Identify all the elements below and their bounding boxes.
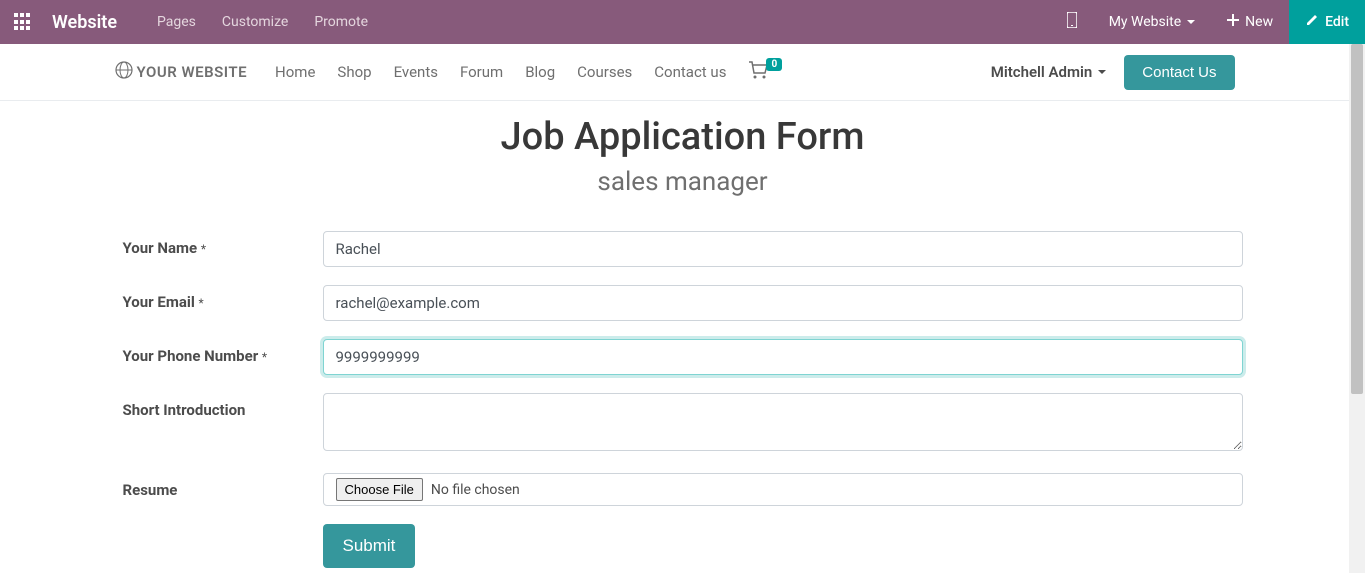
email-input[interactable] <box>323 285 1243 321</box>
new-label: New <box>1245 14 1273 30</box>
user-name: Mitchell Admin <box>991 63 1093 81</box>
submit-button[interactable]: Submit <box>323 524 416 568</box>
intro-label: Short Introduction <box>123 393 323 455</box>
resume-file-field[interactable]: Choose File No file chosen <box>323 473 1243 506</box>
nav-contact[interactable]: Contact us <box>654 63 726 81</box>
scrollbar-thumb[interactable] <box>1351 44 1363 394</box>
intro-textarea[interactable] <box>323 393 1243 451</box>
nav-events[interactable]: Events <box>394 63 438 81</box>
plus-icon <box>1227 14 1239 30</box>
page-title: Job Application Form <box>123 115 1243 159</box>
resume-label: Resume <box>123 473 323 506</box>
edit-button[interactable]: Edit <box>1289 0 1365 44</box>
choose-file-button[interactable]: Choose File <box>336 478 423 501</box>
page-subtitle: sales manager <box>123 167 1243 197</box>
my-website-dropdown[interactable]: My Website <box>1093 0 1211 44</box>
contact-us-button[interactable]: Contact Us <box>1124 55 1234 90</box>
phone-input[interactable] <box>323 339 1243 375</box>
logo-text: YOUR WEBSITE <box>137 63 248 81</box>
user-dropdown[interactable]: Mitchell Admin <box>991 63 1107 81</box>
main-content: Job Application Form sales manager Your … <box>123 101 1243 568</box>
topbar-right: My Website New Edit <box>1051 0 1365 44</box>
site-logo[interactable]: YOUR WEBSITE <box>115 61 248 83</box>
nav-courses[interactable]: Courses <box>577 63 632 81</box>
my-website-label: My Website <box>1109 14 1181 30</box>
top-menu-pages[interactable]: Pages <box>157 14 196 30</box>
site-header: YOUR WEBSITE Home Shop Events Forum Blog… <box>0 44 1349 101</box>
pencil-icon <box>1305 13 1319 31</box>
cart-icon <box>748 61 768 83</box>
app-brand[interactable]: Website <box>52 12 117 33</box>
top-menu-customize[interactable]: Customize <box>222 14 288 30</box>
nav-forum[interactable]: Forum <box>460 63 503 81</box>
name-label: Your Name * <box>123 231 323 267</box>
site-nav: Home Shop Events Forum Blog Courses Cont… <box>275 63 726 81</box>
top-menu-promote[interactable]: Promote <box>314 14 368 30</box>
mobile-preview-button[interactable] <box>1051 0 1093 44</box>
chevron-down-icon <box>1187 20 1195 24</box>
nav-home[interactable]: Home <box>275 63 315 81</box>
admin-topbar: Website Pages Customize Promote My Websi… <box>0 0 1365 44</box>
name-input[interactable] <box>323 231 1243 267</box>
phone-label: Your Phone Number * <box>123 339 323 375</box>
scrollbar-track[interactable] <box>1349 44 1365 573</box>
new-button[interactable]: New <box>1211 0 1289 44</box>
file-status-text: No file chosen <box>431 482 520 498</box>
nav-shop[interactable]: Shop <box>337 63 371 81</box>
nav-blog[interactable]: Blog <box>525 63 555 81</box>
cart-button[interactable]: 0 <box>748 61 784 83</box>
chevron-down-icon <box>1098 70 1106 74</box>
top-menu: Pages Customize Promote <box>157 14 368 30</box>
edit-label: Edit <box>1325 14 1349 30</box>
globe-icon <box>115 61 133 83</box>
apps-icon[interactable] <box>14 13 32 31</box>
mobile-icon <box>1067 12 1077 32</box>
email-label: Your Email * <box>123 285 323 321</box>
cart-count-badge: 0 <box>766 58 782 71</box>
